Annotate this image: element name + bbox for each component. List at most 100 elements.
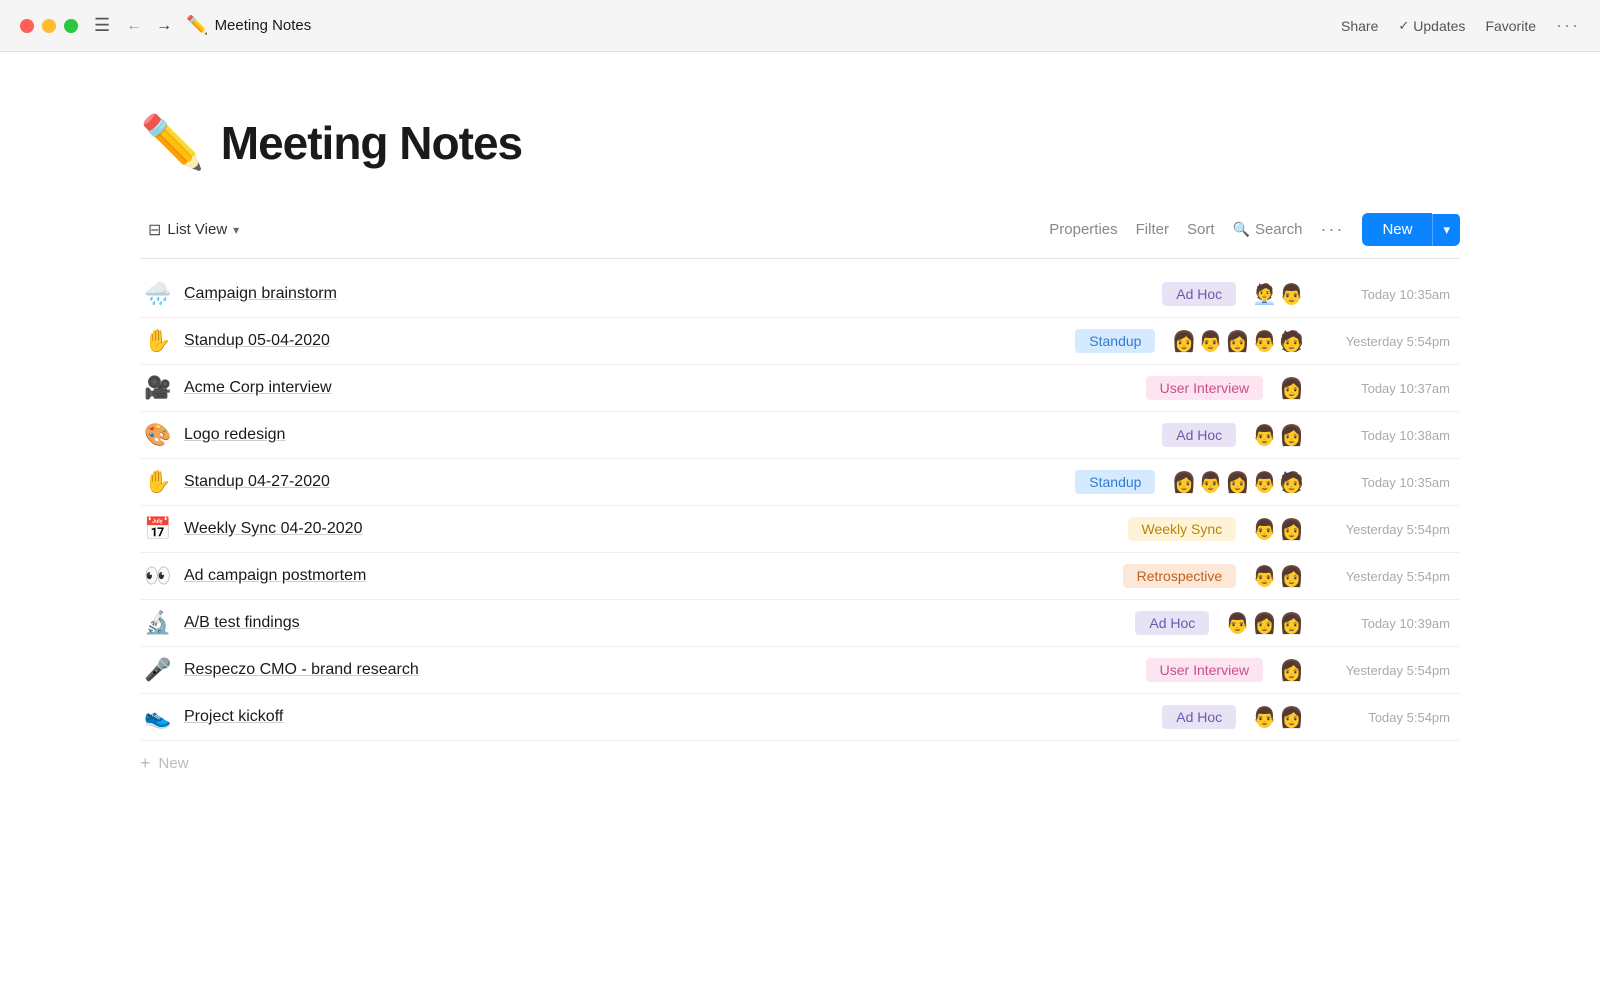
row-timestamp: Today 10:38am	[1320, 428, 1450, 443]
sort-label: Sort	[1187, 221, 1215, 238]
list-item[interactable]: 🌧️ Campaign brainstorm Ad Hoc 🧑‍💼👨 Today…	[140, 271, 1460, 318]
view-label: List View	[167, 221, 227, 238]
row-title: Acme Corp interview	[184, 379, 1146, 397]
sort-button[interactable]: Sort	[1187, 221, 1215, 238]
row-timestamp: Today 10:35am	[1320, 287, 1450, 302]
favorite-label: Favorite	[1485, 18, 1536, 34]
row-emoji: 📅	[140, 516, 176, 542]
row-emoji: 🎥	[140, 375, 176, 401]
row-timestamp: Yesterday 5:54pm	[1320, 334, 1450, 349]
row-avatars: 👨👩	[1252, 423, 1304, 448]
favorite-button[interactable]: Favorite	[1485, 18, 1536, 34]
updates-button[interactable]: ✓ Updates	[1398, 18, 1465, 34]
list-item[interactable]: ✋ Standup 04-27-2020 Standup 👩👨👩👨🧑 Today…	[140, 459, 1460, 506]
add-new-label: New	[159, 755, 189, 772]
row-tag[interactable]: Standup	[1075, 329, 1155, 353]
row-avatars: 👨👩	[1252, 705, 1304, 730]
row-meta: Ad Hoc 🧑‍💼👨 Today 10:35am	[1162, 282, 1460, 307]
plus-icon: +	[140, 753, 151, 774]
row-tag[interactable]: Ad Hoc	[1162, 282, 1236, 306]
row-emoji: 🎨	[140, 422, 176, 448]
row-avatars: 🧑‍💼👨	[1252, 282, 1304, 307]
row-title: Standup 04-27-2020	[184, 473, 1075, 491]
row-tag[interactable]: Standup	[1075, 470, 1155, 494]
row-title: Standup 05-04-2020	[184, 332, 1075, 350]
properties-label: Properties	[1049, 221, 1117, 238]
list-item[interactable]: ✋ Standup 05-04-2020 Standup 👩👨👩👨🧑 Yeste…	[140, 318, 1460, 365]
row-tag[interactable]: User Interview	[1146, 376, 1263, 400]
search-button[interactable]: 🔍 Search	[1233, 221, 1303, 238]
row-tag[interactable]: Ad Hoc	[1162, 705, 1236, 729]
row-tag[interactable]: Ad Hoc	[1162, 423, 1236, 447]
minimize-dot[interactable]	[42, 19, 56, 33]
row-tag[interactable]: Weekly Sync	[1128, 517, 1237, 541]
search-label: Search	[1255, 221, 1303, 238]
more-label: ···	[1556, 15, 1580, 36]
titlebar-actions: Share ✓ Updates Favorite ···	[1341, 15, 1580, 36]
row-meta: Retrospective 👨👩 Yesterday 5:54pm	[1123, 564, 1460, 589]
row-meta: Standup 👩👨👩👨🧑 Today 10:35am	[1075, 470, 1460, 495]
filter-label: Filter	[1136, 221, 1169, 238]
filter-button[interactable]: Filter	[1136, 221, 1169, 238]
row-avatars: 👨👩	[1252, 517, 1304, 542]
share-label: Share	[1341, 18, 1378, 34]
list-item[interactable]: 👀 Ad campaign postmortem Retrospective 👨…	[140, 553, 1460, 600]
list-item[interactable]: 📅 Weekly Sync 04-20-2020 Weekly Sync 👨👩 …	[140, 506, 1460, 553]
titlebar-title: Meeting Notes	[215, 17, 312, 34]
row-tag[interactable]: User Interview	[1146, 658, 1263, 682]
row-timestamp: Yesterday 5:54pm	[1320, 569, 1450, 584]
row-emoji: 🔬	[140, 610, 176, 636]
row-title: Respeczo CMO - brand research	[184, 661, 1146, 679]
forward-arrow-icon[interactable]: →	[152, 15, 176, 37]
row-avatars: 👩👨👩👨🧑	[1171, 329, 1304, 354]
list-item[interactable]: 🔬 A/B test findings Ad Hoc 👨👩👩 Today 10:…	[140, 600, 1460, 647]
row-tag[interactable]: Retrospective	[1123, 564, 1237, 588]
share-button[interactable]: Share	[1341, 18, 1378, 34]
row-timestamp: Today 10:37am	[1320, 381, 1450, 396]
row-title: Campaign brainstorm	[184, 285, 1162, 303]
titlebar-page-icon: ✏️	[186, 15, 208, 36]
list-item[interactable]: 🎥 Acme Corp interview User Interview 👩 T…	[140, 365, 1460, 412]
page-emoji: ✏️	[140, 112, 205, 173]
list-item[interactable]: 🎨 Logo redesign Ad Hoc 👨👩 Today 10:38am	[140, 412, 1460, 459]
row-timestamp: Today 10:35am	[1320, 475, 1450, 490]
chevron-down-icon: ▾	[233, 223, 239, 237]
row-meta: Ad Hoc 👨👩👩 Today 10:39am	[1135, 611, 1460, 636]
new-button[interactable]: New	[1362, 213, 1432, 246]
row-title: Project kickoff	[184, 708, 1162, 726]
row-emoji: ✋	[140, 328, 176, 354]
add-new-row[interactable]: + New	[140, 741, 1460, 786]
row-avatars: 👩👨👩👨🧑	[1171, 470, 1304, 495]
properties-button[interactable]: Properties	[1049, 221, 1117, 238]
row-avatars: 👩	[1279, 376, 1304, 401]
list-item[interactable]: 👟 Project kickoff Ad Hoc 👨👩 Today 5:54pm	[140, 694, 1460, 741]
toolbar-more-button[interactable]: ···	[1320, 219, 1344, 240]
row-meta: Weekly Sync 👨👩 Yesterday 5:54pm	[1128, 517, 1460, 542]
main-content: ✏️ Meeting Notes ⊟ List View ▾ Propertie…	[0, 52, 1600, 826]
maximize-dot[interactable]	[64, 19, 78, 33]
view-selector[interactable]: ⊟ List View ▾	[140, 216, 247, 244]
row-emoji: 👀	[140, 563, 176, 589]
toolbar-right: Properties Filter Sort 🔍 Search ··· New …	[1049, 213, 1460, 246]
row-timestamp: Yesterday 5:54pm	[1320, 663, 1450, 678]
back-arrow-icon[interactable]: ←	[122, 15, 146, 37]
list-view-icon: ⊟	[148, 220, 161, 240]
row-timestamp: Today 10:39am	[1320, 616, 1450, 631]
row-emoji: 👟	[140, 704, 176, 730]
close-dot[interactable]	[20, 19, 34, 33]
row-title: A/B test findings	[184, 614, 1135, 632]
titlebar: ☰ ← → ✏️ Meeting Notes Share ✓ Updates F…	[0, 0, 1600, 52]
list-container: 🌧️ Campaign brainstorm Ad Hoc 🧑‍💼👨 Today…	[140, 271, 1460, 741]
page-title: Meeting Notes	[221, 116, 522, 170]
row-meta: Standup 👩👨👩👨🧑 Yesterday 5:54pm	[1075, 329, 1460, 354]
row-meta: User Interview 👩 Yesterday 5:54pm	[1146, 658, 1460, 683]
new-button-dropdown[interactable]: ▾	[1432, 214, 1460, 246]
new-button-group: New ▾	[1362, 213, 1460, 246]
row-tag[interactable]: Ad Hoc	[1135, 611, 1209, 635]
more-button[interactable]: ···	[1556, 15, 1580, 36]
sidebar-toggle-icon[interactable]: ☰	[94, 15, 110, 36]
check-icon: ✓	[1398, 18, 1409, 34]
list-item[interactable]: 🎤 Respeczo CMO - brand research User Int…	[140, 647, 1460, 694]
window-controls	[20, 19, 78, 33]
row-timestamp: Today 5:54pm	[1320, 710, 1450, 725]
